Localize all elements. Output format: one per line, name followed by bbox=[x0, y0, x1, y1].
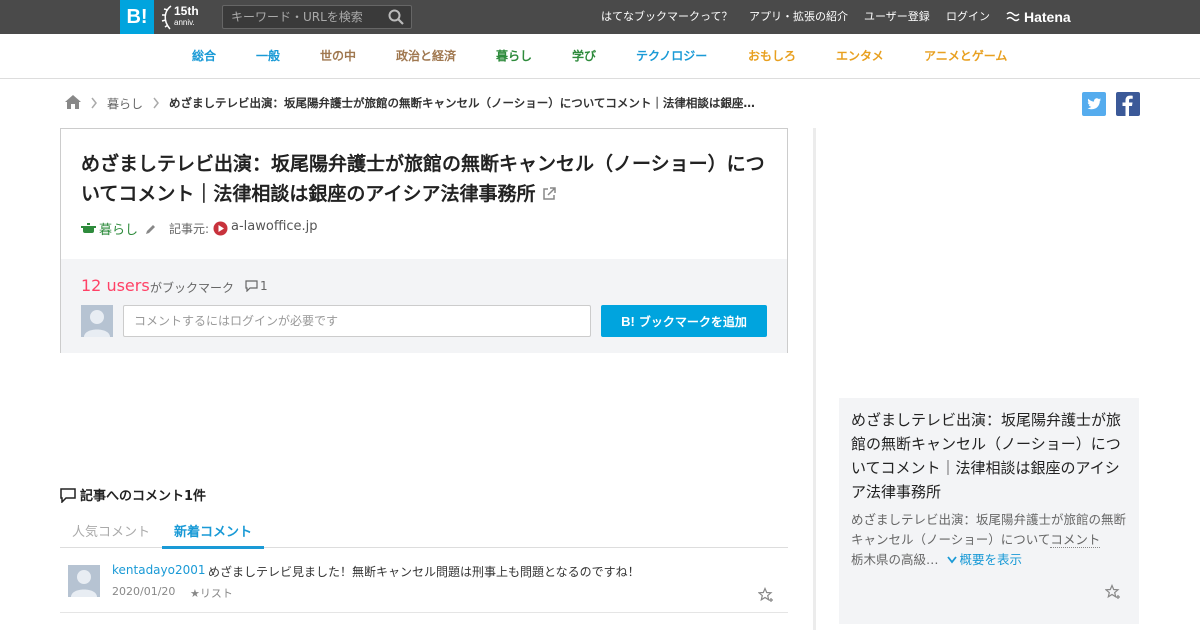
summary-text: めざましテレビ出演：坂尾陽弁護士が旅館の無断キャンセル（ノーショー）についてコメ… bbox=[851, 510, 1129, 570]
anniversary-number: 15th bbox=[174, 4, 199, 18]
chevron-right-icon bbox=[153, 97, 159, 109]
users-count-link[interactable]: 12 users bbox=[81, 276, 150, 295]
show-summary-label: 概要を表示 bbox=[959, 552, 1023, 567]
summary-title: めざましテレビ出演：坂尾陽弁護士が旅館の無断キャンセル（ノーショー）についてコメ… bbox=[851, 411, 1122, 501]
register-link[interactable]: ユーザー登録 bbox=[864, 0, 930, 34]
site-favicon-icon bbox=[213, 221, 228, 236]
comment-username[interactable]: kentadayo2001 bbox=[112, 563, 206, 577]
entry-meta: 暮らし 記事元: a-lawoffice.jp bbox=[81, 219, 681, 239]
entry-category-label: 暮らし bbox=[99, 223, 139, 238]
home-icon[interactable] bbox=[64, 94, 82, 110]
comments-heading: 記事へのコメント1件 bbox=[60, 485, 206, 504]
global-header: B! 15th anniv. はてなブックマークって？ アプリ・拡張の紹介 ユー… bbox=[0, 0, 1200, 34]
category-knowledge[interactable]: 学び bbox=[572, 47, 596, 64]
hatena-logo-text: Hatena bbox=[1024, 9, 1071, 25]
comment-tabs: 人気コメント 新着コメント bbox=[60, 515, 788, 549]
comment-row: kentadayo2001 めざましテレビ見ました！無断キャンセル問題は刑事上も… bbox=[60, 549, 788, 613]
external-link-icon[interactable] bbox=[541, 186, 557, 202]
comment-text: めざましテレビ見ました！無断キャンセル問題は刑事上も問題となるのですね！ bbox=[208, 565, 640, 579]
column-divider bbox=[813, 128, 816, 630]
category-life[interactable]: 暮らし bbox=[496, 47, 532, 64]
source-domain-link[interactable]: a-lawoffice.jp bbox=[231, 219, 318, 234]
category-social[interactable]: 世の中 bbox=[320, 47, 356, 64]
comment-bubble-icon bbox=[60, 488, 76, 504]
avatar bbox=[81, 305, 113, 337]
category-all[interactable]: 総合 bbox=[192, 47, 216, 64]
default-user-icon bbox=[71, 570, 97, 597]
category-general[interactable]: 一般 bbox=[256, 47, 280, 64]
hatena-bookmark-logo[interactable]: B! bbox=[120, 0, 154, 34]
entry-title[interactable]: めざましテレビ出演：坂尾陽弁護士が旅館の無断キャンセル（ノーショー）についてコメ… bbox=[81, 149, 771, 209]
comment-count-value: 1 bbox=[260, 279, 268, 293]
source-label: 記事元: bbox=[169, 222, 210, 236]
apps-link[interactable]: アプリ・拡張の紹介 bbox=[749, 0, 848, 34]
add-bookmark-label: ブックマークを追加 bbox=[638, 314, 747, 329]
comment-date[interactable]: 2020/01/20 bbox=[112, 585, 175, 598]
comments-heading-text: 記事へのコメント1件 bbox=[80, 489, 207, 504]
comment-bubble-icon bbox=[245, 280, 258, 293]
tab-popular-comments[interactable]: 人気コメント bbox=[72, 521, 150, 540]
show-summary-link[interactable]: 概要を表示 bbox=[946, 552, 1023, 567]
add-bookmark-button[interactable]: B! ブックマークを追加 bbox=[601, 305, 767, 337]
category-fun[interactable]: おもしろ bbox=[748, 47, 796, 64]
comment-count[interactable]: 1 bbox=[245, 279, 268, 293]
summary-keyword-link[interactable]: コメント bbox=[1050, 532, 1101, 548]
breadcrumb-category[interactable]: 暮らし bbox=[107, 95, 143, 112]
entry-summary-card: めざましテレビ出演：坂尾陽弁護士が旅館の無断キャンセル（ノーショー）についてコメ… bbox=[839, 398, 1139, 624]
category-nav: 総合 一般 世の中 政治と経済 暮らし 学び テクノロジー おもしろ エンタメ … bbox=[0, 34, 1200, 79]
laurel-icon bbox=[161, 5, 172, 30]
chevron-down-icon bbox=[946, 556, 957, 564]
comment-input[interactable] bbox=[123, 305, 591, 337]
add-star-icon[interactable] bbox=[1105, 584, 1121, 600]
star-list-link[interactable]: ★リスト bbox=[190, 585, 233, 601]
category-entertainment[interactable]: エンタメ bbox=[836, 47, 884, 64]
pencil-icon[interactable] bbox=[145, 223, 157, 235]
entry-category-link[interactable]: 暮らし bbox=[99, 219, 157, 238]
search-input[interactable] bbox=[223, 6, 383, 28]
category-game[interactable]: アニメとゲーム bbox=[924, 47, 1007, 64]
pot-icon bbox=[81, 223, 96, 233]
avatar[interactable] bbox=[68, 565, 100, 597]
anniversary-text: anniv. bbox=[174, 18, 195, 27]
add-bookmark-b-logo: B! bbox=[621, 313, 635, 329]
twitter-share-button[interactable] bbox=[1082, 92, 1106, 116]
users-suffix: がブックマーク bbox=[150, 281, 235, 295]
category-it[interactable]: テクノロジー bbox=[636, 47, 707, 64]
twitter-icon bbox=[1087, 98, 1101, 110]
category-economics[interactable]: 政治と経済 bbox=[396, 47, 456, 64]
add-star-icon[interactable] bbox=[758, 587, 774, 603]
breadcrumb-title: めざましテレビ出演：坂尾陽弁護士が旅館の無断キャンセル（ノーショー）についてコメ… bbox=[169, 96, 764, 110]
tab-new-comments[interactable]: 新着コメント bbox=[162, 515, 265, 549]
hatena-wave-icon bbox=[1006, 11, 1020, 22]
entry-card: めざましテレビ出演：坂尾陽弁護士が旅館の無断キャンセル（ノーショー）についてコメ… bbox=[60, 128, 788, 353]
anniversary-badge[interactable]: 15th anniv. bbox=[160, 3, 214, 31]
search-icon[interactable] bbox=[388, 9, 404, 25]
breadcrumb: 暮らし めざましテレビ出演：坂尾陽弁護士が旅館の無断キャンセル（ノーショー）につ… bbox=[64, 93, 784, 113]
chevron-right-icon bbox=[91, 97, 97, 109]
search-box bbox=[222, 5, 412, 29]
default-user-icon bbox=[84, 310, 110, 337]
login-link[interactable]: ログイン bbox=[946, 0, 990, 34]
facebook-share-button[interactable] bbox=[1116, 92, 1140, 116]
facebook-icon bbox=[1122, 95, 1133, 116]
entry-title-text[interactable]: めざましテレビ出演：坂尾陽弁護士が旅館の無断キャンセル（ノーショー）についてコメ… bbox=[81, 153, 765, 205]
summary-post: 栃木県の高級… bbox=[851, 552, 939, 567]
bookmark-panel: 12 users がブックマーク 1 B!ブックマークを追加 bbox=[61, 259, 787, 353]
about-link[interactable]: はてなブックマークって？ bbox=[601, 0, 732, 34]
